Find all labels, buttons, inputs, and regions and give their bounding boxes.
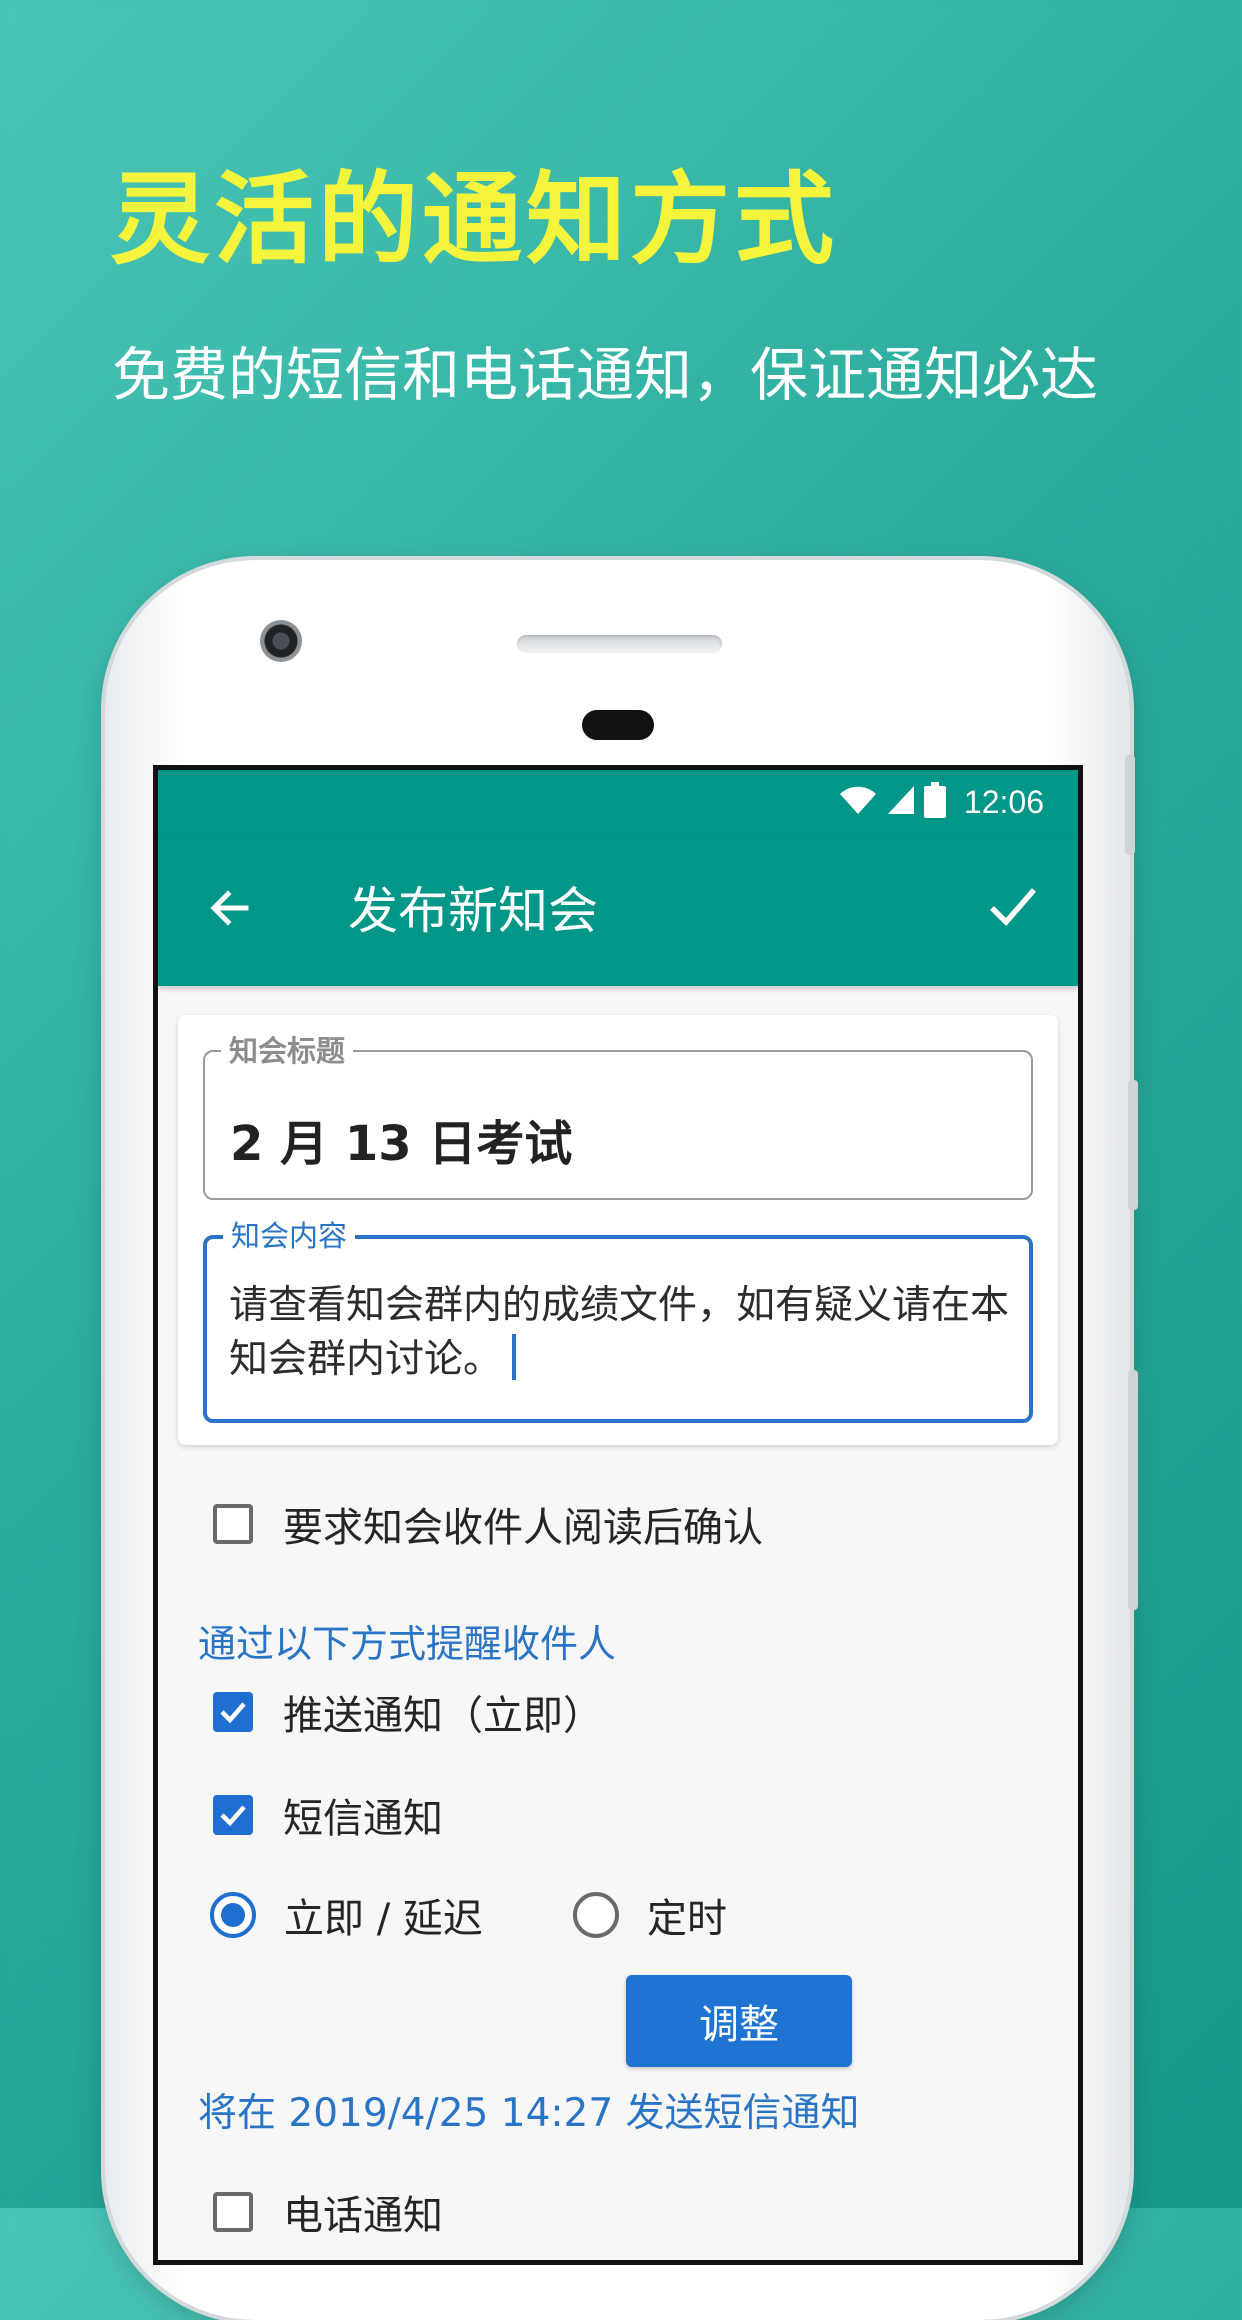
sms-notification-label: 短信通知 [283, 1796, 443, 1842]
confirm-read-label: 要求知会收件人阅读后确认 [283, 1505, 763, 1551]
phone-call-row[interactable]: 电话通知 [213, 2183, 443, 2241]
cell-signal-icon [886, 784, 916, 820]
wifi-icon [838, 784, 878, 820]
phone-call-checkbox[interactable] [213, 2192, 253, 2232]
promo-headline: 灵活的通知方式 [110, 161, 838, 278]
promo-subline: 免费的短信和电话通知，保证通知必达 [112, 341, 1099, 409]
content-text: 请查看知会群内的成绩文件，如有疑义请在本知会群内讨论。 [229, 1283, 1010, 1382]
sms-scheduled-radio[interactable] [573, 1892, 619, 1938]
earpiece-speaker [517, 635, 722, 653]
sms-immediate-radio[interactable] [210, 1892, 256, 1938]
volume-rocker [1128, 1370, 1138, 1610]
battery-icon [923, 782, 946, 822]
sms-schedule-text: 将在 2019/4/25 14:27 发送短信通知 [198, 2091, 860, 2136]
text-cursor [512, 1334, 517, 1380]
push-notification-label: 推送通知（立即） [283, 1693, 603, 1739]
sms-scheduled-option[interactable]: 定时 [573, 1886, 727, 1944]
sms-scheduled-label: 定时 [647, 1896, 727, 1942]
confirm-read-row[interactable]: 要求知会收件人阅读后确认 [213, 1495, 763, 1553]
phone-frame: 12:06 发布新知会 知会标题 2 月 13 日考试 知会内容 请查看知会群内… [105, 560, 1138, 2320]
phone-screen: 12:06 发布新知会 知会标题 2 月 13 日考试 知会内容 请查看知会群内… [153, 765, 1083, 2265]
front-camera [260, 620, 302, 662]
adjust-button[interactable]: 调整 [626, 1975, 852, 2067]
checkmark-icon [220, 1805, 246, 1827]
back-arrow-icon[interactable] [206, 884, 254, 936]
notice-form-card: 知会标题 2 月 13 日考试 知会内容 请查看知会群内的成绩文件，如有疑义请在… [178, 1015, 1058, 1445]
app-bar: 发布新知会 [158, 836, 1078, 986]
status-clock: 12:06 [963, 783, 1044, 820]
sms-immediate-label: 立即 / 延迟 [284, 1896, 483, 1942]
content-input[interactable]: 请查看知会群内的成绩文件，如有疑义请在本知会群内讨论。 [229, 1279, 1009, 1387]
sms-notification-row[interactable]: 短信通知 [213, 1786, 443, 1844]
title-field-label: 知会标题 [221, 1034, 354, 1068]
title-field[interactable]: 知会标题 2 月 13 日考试 [203, 1034, 1033, 1200]
volume-button [1128, 1080, 1138, 1210]
page-title: 发布新知会 [348, 882, 598, 940]
phone-call-label: 电话通知 [283, 2193, 443, 2239]
confirm-check-icon[interactable] [984, 878, 1040, 938]
content-field[interactable]: 知会内容 请查看知会群内的成绩文件，如有疑义请在本知会群内讨论。 [203, 1219, 1033, 1423]
confirm-read-checkbox[interactable] [213, 1504, 253, 1544]
push-notification-row[interactable]: 推送通知（立即） [213, 1683, 603, 1741]
content-field-label: 知会内容 [223, 1219, 356, 1253]
proximity-sensor [582, 710, 654, 740]
status-bar: 12:06 [158, 770, 1078, 836]
sms-notification-checkbox[interactable] [213, 1795, 253, 1835]
power-button [1125, 755, 1135, 855]
push-notification-checkbox[interactable] [213, 1692, 253, 1732]
sms-immediate-option[interactable]: 立即 / 延迟 [210, 1886, 483, 1944]
remind-section-label: 通过以下方式提醒收件人 [198, 1622, 617, 1666]
title-input[interactable]: 2 月 13 日考试 [230, 1104, 572, 1174]
checkmark-icon [220, 1702, 246, 1724]
